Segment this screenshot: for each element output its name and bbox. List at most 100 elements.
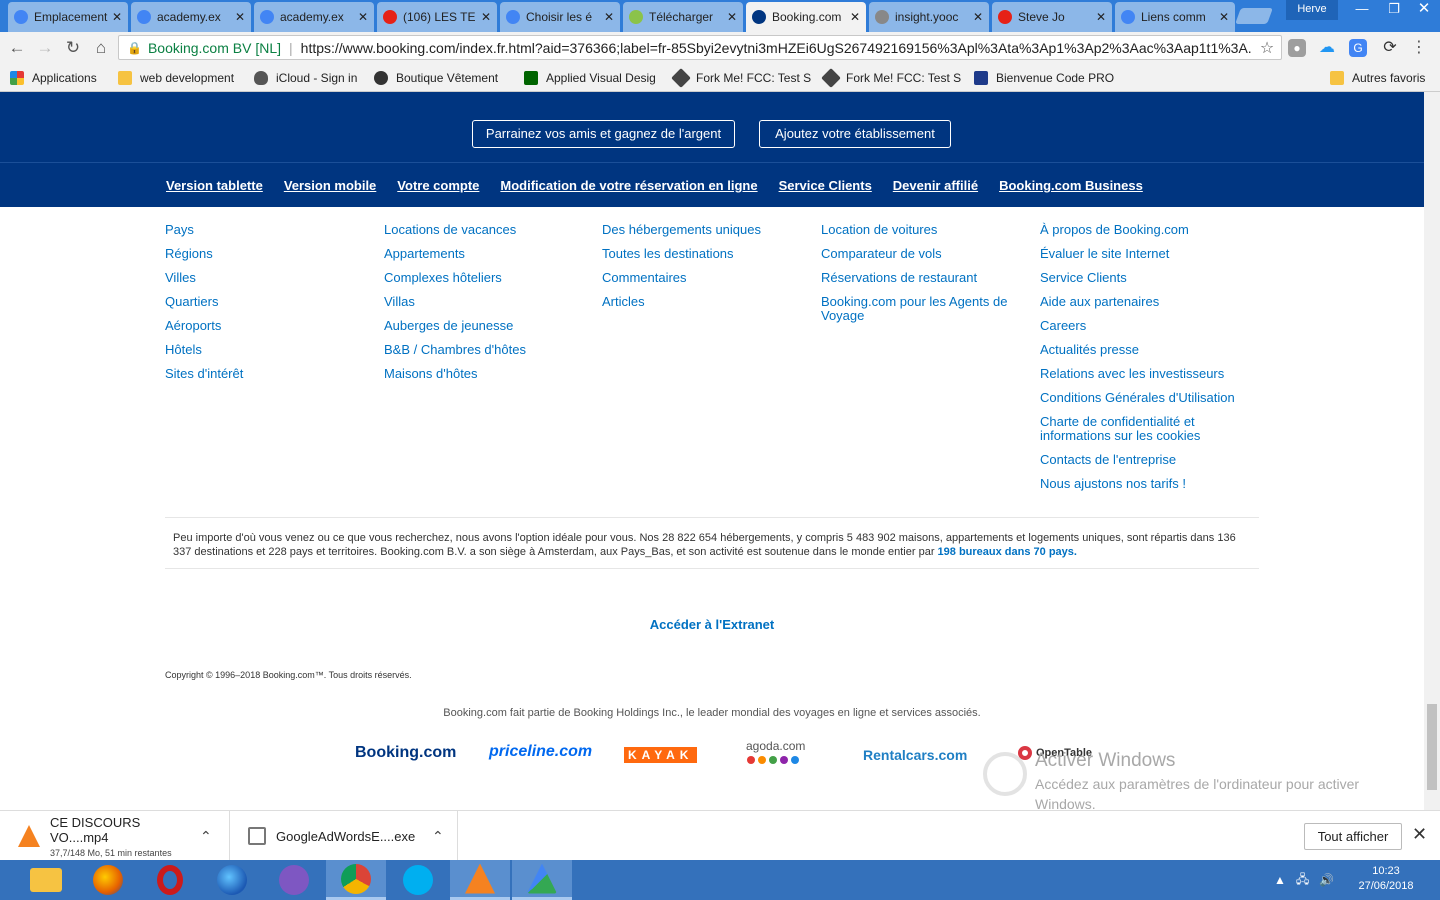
forward-icon[interactable]: → [34, 37, 56, 59]
restore-icon[interactable]: ❐ [1378, 0, 1410, 20]
opera-icon[interactable] [140, 860, 200, 900]
close-download-shelf-icon[interactable]: ✕ [1412, 824, 1427, 845]
bookmark-code-pro[interactable]: Bienvenue Code PRO [974, 69, 1114, 87]
github-desktop-icon[interactable] [264, 860, 324, 900]
footer-link[interactable]: B&B / Chambres d'hôtes [384, 343, 584, 357]
footer-link[interactable]: Évaluer le site Internet [1040, 247, 1245, 261]
firefox-dev-icon[interactable] [202, 860, 262, 900]
chrome-icon[interactable] [326, 860, 386, 900]
tab-close-icon[interactable]: ✕ [973, 10, 983, 24]
offices-link[interactable]: 198 bureaux dans 70 pays. [938, 546, 1077, 558]
footer-link[interactable]: Relations avec les investisseurs [1040, 367, 1245, 381]
footer-link[interactable]: Service Clients [1040, 271, 1245, 285]
download-item[interactable]: GoogleAdWordsE....exe ⌃ [230, 811, 458, 861]
sync-extension-icon[interactable]: ⟳ [1381, 39, 1399, 57]
footer-link[interactable]: Maisons d'hôtes [384, 367, 584, 381]
download-item[interactable]: CE DISCOURS VO....mp4 37,7/148 Mo, 51 mi… [0, 811, 230, 861]
rentalcars-logo[interactable]: Rentalcars.com [863, 747, 967, 763]
bookmark-applied-visual[interactable]: Applied Visual Desig [524, 69, 656, 87]
reload-icon[interactable]: ↻ [62, 37, 84, 59]
refer-friends-button[interactable]: Parrainez vos amis et gagnez de l'argent [472, 120, 735, 148]
vlc-icon[interactable] [450, 860, 510, 900]
tab-close-icon[interactable]: ✕ [604, 10, 614, 24]
footer-link[interactable]: Villes [165, 271, 365, 285]
footer-link[interactable]: Contacts de l'entreprise [1040, 453, 1245, 467]
footer-link[interactable]: Appartements [384, 247, 584, 261]
footer-link[interactable]: Villas [384, 295, 584, 309]
adwords-icon[interactable] [512, 860, 572, 900]
minimize-icon[interactable]: — [1346, 0, 1378, 20]
translate-extension-icon[interactable]: G [1349, 39, 1367, 57]
tab-close-icon[interactable]: ✕ [235, 10, 245, 24]
address-bar[interactable]: 🔒 Booking.com BV [NL] | https://www.book… [118, 35, 1282, 60]
footer-link[interactable]: Régions [165, 247, 365, 261]
footer-link[interactable]: Réservations de restaurant [821, 271, 1021, 285]
browser-tab[interactable]: (106) LES TE ✕ [377, 2, 497, 32]
close-window-icon[interactable]: ✕ [1408, 0, 1440, 20]
browser-tab[interactable]: Steve Jo ✕ [992, 2, 1112, 32]
add-property-button[interactable]: Ajoutez votre établissement [759, 120, 951, 148]
footer-link[interactable]: Quartiers [165, 295, 365, 309]
footer-link[interactable]: Toutes les destinations [602, 247, 802, 261]
footer-link[interactable]: Careers [1040, 319, 1245, 333]
bookmark-icloud[interactable]: iCloud - Sign in [254, 69, 357, 87]
footer-link[interactable]: Charte de confidentialité et information… [1040, 415, 1245, 443]
tab-close-icon[interactable]: ✕ [112, 10, 122, 24]
footer-link[interactable]: Auberges de jeunesse [384, 319, 584, 333]
footer-link[interactable]: Aide aux partenaires [1040, 295, 1245, 309]
chevron-up-icon[interactable]: ⌃ [432, 828, 444, 845]
footer-link[interactable]: Des hébergements uniques [602, 223, 802, 237]
footer-sub-link[interactable]: Service Clients [779, 178, 872, 193]
footer-link[interactable]: Location de voitures [821, 223, 1021, 237]
firefox-icon[interactable] [78, 860, 138, 900]
home-icon[interactable]: ⌂ [90, 37, 112, 59]
tab-close-icon[interactable]: ✕ [358, 10, 368, 24]
extranet-link[interactable]: Accéder à l'Extranet [0, 617, 1424, 632]
footer-link[interactable]: Actualités presse [1040, 343, 1245, 357]
footer-link[interactable]: Nous ajustons nos tarifs ! [1040, 477, 1245, 491]
page-scrollbar[interactable] [1424, 92, 1440, 810]
bookmark-fork-me-2[interactable]: Fork Me! FCC: Test S [821, 68, 961, 88]
chevron-up-icon[interactable]: ⌃ [200, 828, 212, 845]
footer-link[interactable]: Comparateur de vols [821, 247, 1021, 261]
new-tab-button[interactable] [1235, 8, 1273, 24]
footer-link[interactable]: Pays [165, 223, 365, 237]
browser-tab[interactable]: Télécharger ✕ [623, 2, 743, 32]
show-all-downloads-button[interactable]: Tout afficher [1304, 823, 1402, 850]
system-clock[interactable]: 10:23 27/06/2018 [1348, 864, 1424, 894]
footer-link[interactable]: Locations de vacances [384, 223, 584, 237]
priceline-logo[interactable]: priceline.com [489, 743, 592, 761]
footer-sub-link[interactable]: Booking.com Business [999, 178, 1143, 193]
footer-link[interactable]: Conditions Générales d'Utilisation [1040, 391, 1245, 405]
booking-logo[interactable]: Booking.com [355, 744, 456, 762]
footer-link[interactable]: Sites d'intérêt [165, 367, 365, 381]
footer-sub-link[interactable]: Devenir affilié [893, 178, 978, 193]
bookmark-fork-me-1[interactable]: Fork Me! FCC: Test S [671, 68, 811, 88]
browser-tab[interactable]: Choisir les é ✕ [500, 2, 620, 32]
bookmark-web-development[interactable]: web development [118, 69, 234, 87]
tab-close-icon[interactable]: ✕ [850, 10, 860, 24]
footer-link[interactable]: Hôtels [165, 343, 365, 357]
show-hidden-icons-icon[interactable]: ▲ [1274, 873, 1286, 887]
browser-tab[interactable]: academy.ex ✕ [254, 2, 374, 32]
footer-sub-link[interactable]: Modification de votre réservation en lig… [500, 178, 757, 193]
kayak-logo[interactable]: KAYAK [624, 747, 698, 763]
agoda-logo[interactable]: agoda.com [746, 739, 805, 764]
tab-close-icon[interactable]: ✕ [727, 10, 737, 24]
back-icon[interactable]: ← [6, 37, 28, 59]
extension-icon[interactable]: ● [1288, 39, 1306, 57]
tab-close-icon[interactable]: ✕ [1096, 10, 1106, 24]
footer-link[interactable]: Complexes hôteliers [384, 271, 584, 285]
tab-close-icon[interactable]: ✕ [1219, 10, 1229, 24]
footer-link[interactable]: Articles [602, 295, 802, 309]
tab-close-icon[interactable]: ✕ [481, 10, 491, 24]
footer-sub-link[interactable]: Version tablette [166, 178, 263, 193]
footer-link[interactable]: Aéroports [165, 319, 365, 333]
footer-link[interactable]: Booking.com pour les Agents de Voyage [821, 295, 1021, 323]
browser-tab[interactable]: insight.yooc ✕ [869, 2, 989, 32]
network-icon[interactable]: 🖧 [1296, 870, 1309, 891]
footer-sub-link[interactable]: Votre compte [397, 178, 479, 193]
bookmark-other[interactable]: Autres favoris [1330, 69, 1425, 87]
bookmark-boutique[interactable]: Boutique Vêtement [374, 69, 498, 87]
cloud-extension-icon[interactable]: ☁ [1318, 39, 1336, 57]
